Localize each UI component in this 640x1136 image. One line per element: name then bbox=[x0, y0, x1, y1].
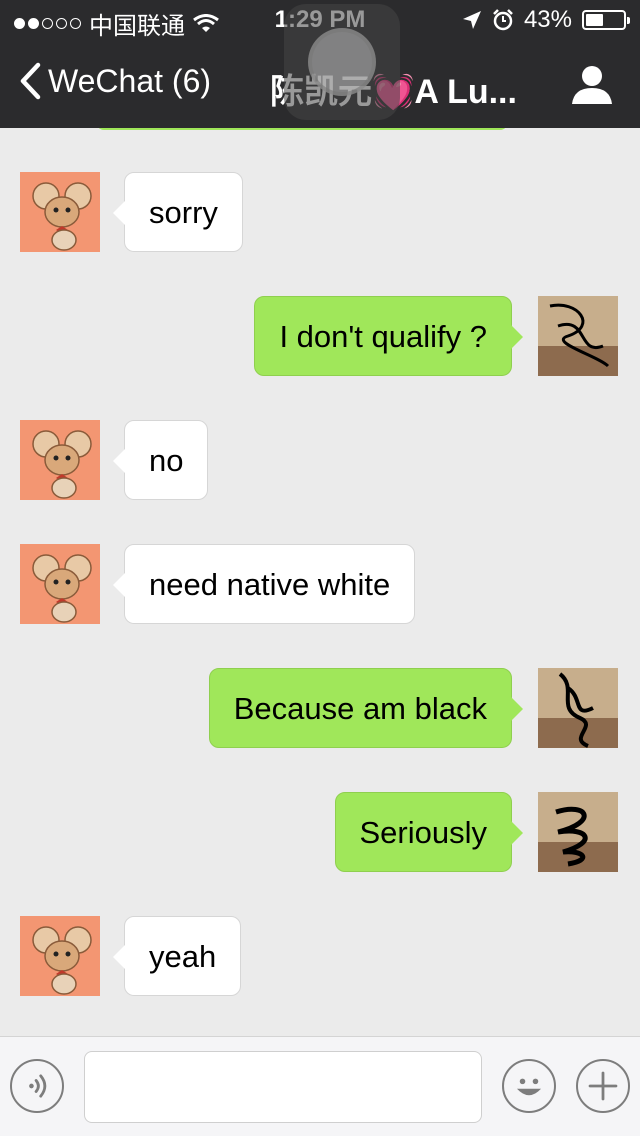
input-bar bbox=[0, 1036, 640, 1136]
cartoon-mouse-icon bbox=[20, 544, 100, 624]
message-input[interactable] bbox=[84, 1051, 482, 1123]
message-row: Seriously bbox=[0, 792, 640, 874]
cartoon-mouse-icon bbox=[20, 420, 100, 500]
scribbled-photo-icon bbox=[538, 792, 618, 872]
message-row: need native white bbox=[0, 544, 640, 626]
voice-button[interactable] bbox=[10, 1059, 64, 1113]
plus-icon bbox=[588, 1071, 618, 1101]
profile-icon[interactable] bbox=[570, 62, 614, 106]
peer-avatar[interactable] bbox=[20, 172, 100, 252]
chevron-left-icon bbox=[20, 62, 41, 100]
my-message-bubble[interactable]: I don't qualify ? bbox=[254, 296, 523, 376]
top-bar: 中国联通 1:29 PM 43% WeCha bbox=[0, 0, 640, 128]
message-row: no bbox=[0, 420, 640, 502]
peer-message-bubble[interactable]: sorry bbox=[113, 172, 243, 252]
location-arrow-icon bbox=[462, 11, 481, 29]
my-avatar[interactable] bbox=[538, 296, 618, 376]
my-avatar[interactable] bbox=[538, 668, 618, 748]
assistive-touch-button[interactable] bbox=[284, 4, 400, 120]
scribbled-photo-icon bbox=[538, 668, 618, 748]
emoji-button[interactable] bbox=[502, 1059, 556, 1113]
peer-message-bubble[interactable]: need native white bbox=[112, 544, 416, 624]
cartoon-mouse-icon bbox=[20, 916, 100, 996]
voice-icon bbox=[29, 1074, 47, 1098]
message-row: yeah bbox=[0, 916, 640, 998]
peer-message-bubble[interactable]: no bbox=[112, 420, 209, 500]
more-button[interactable] bbox=[576, 1059, 630, 1113]
battery-percent: 43% bbox=[523, 6, 572, 33]
my-avatar[interactable] bbox=[538, 792, 618, 872]
message-row: I don't qualify ? bbox=[0, 296, 640, 378]
chat-area[interactable]: sorry I don't qualify ? no need native w… bbox=[0, 128, 640, 1036]
peer-avatar[interactable] bbox=[20, 916, 100, 996]
battery-icon bbox=[582, 10, 630, 30]
emoji-icon bbox=[516, 1078, 542, 1096]
message-row: sorry bbox=[0, 172, 640, 254]
back-button[interactable]: WeChat (6) bbox=[18, 62, 211, 100]
peer-avatar[interactable] bbox=[20, 544, 100, 624]
my-message-bubble[interactable]: Seriously bbox=[334, 792, 523, 872]
peer-avatar[interactable] bbox=[20, 420, 100, 500]
cartoon-mouse-icon bbox=[20, 172, 100, 252]
alarm-icon bbox=[493, 9, 513, 31]
peer-message-bubble[interactable]: yeah bbox=[112, 916, 242, 996]
back-label: WeChat (6) bbox=[48, 62, 212, 99]
scribbled-photo-icon bbox=[538, 296, 618, 376]
my-message-bubble[interactable]: Because am black bbox=[208, 668, 524, 748]
message-row: Because am black bbox=[0, 668, 640, 750]
